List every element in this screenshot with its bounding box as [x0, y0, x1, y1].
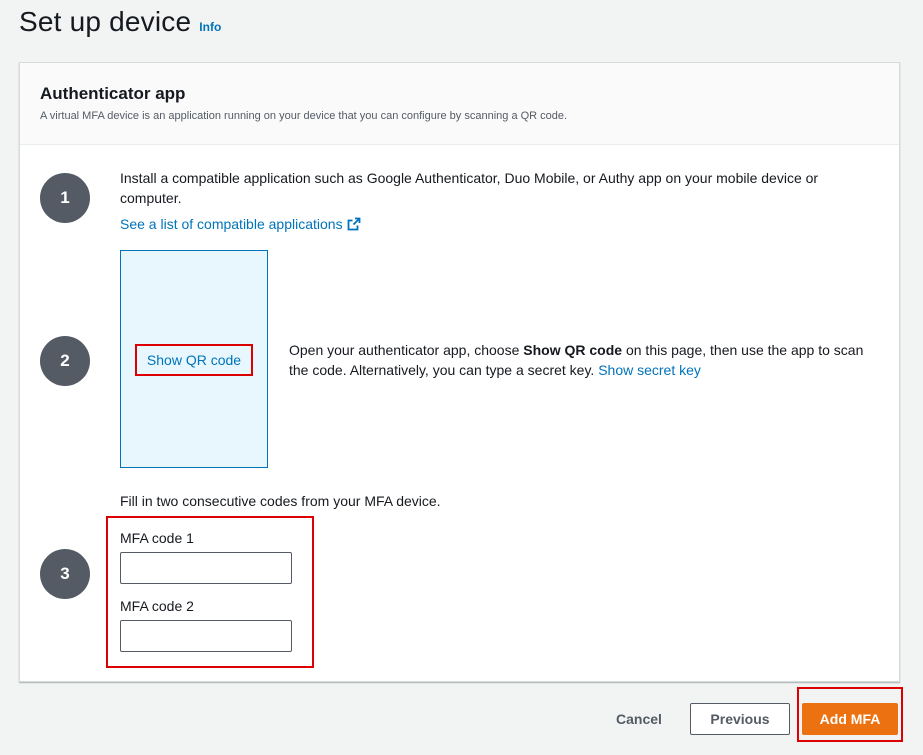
page-header: Set up device Info — [19, 6, 221, 38]
previous-button[interactable]: Previous — [690, 703, 790, 735]
mfa-code-2-label: MFA code 2 — [120, 598, 194, 614]
step-2-badge: 2 — [40, 336, 90, 386]
cancel-button[interactable]: Cancel — [600, 706, 678, 732]
step-2-text-bold: Show QR code — [523, 342, 623, 358]
external-link-icon[interactable] — [347, 216, 361, 236]
authenticator-card: Authenticator app A virtual MFA device i… — [19, 62, 900, 682]
step-3-instruction: Fill in two consecutive codes from your … — [120, 493, 441, 509]
card-subtitle: A virtual MFA device is an application r… — [40, 110, 568, 122]
mfa-code-1-label: MFA code 1 — [120, 530, 194, 546]
step-2-text-line2: the code. Alternatively, you can type a … — [289, 360, 701, 380]
step-1-text-line2: computer. — [120, 190, 182, 206]
page-title: Set up device — [19, 6, 192, 37]
show-qr-code-button[interactable]: Show QR code — [135, 344, 253, 376]
mfa-code-2-input[interactable] — [120, 620, 292, 652]
compatible-apps-link[interactable]: See a list of compatible applications — [120, 216, 343, 232]
card-title: Authenticator app — [40, 84, 186, 103]
step-2-text-line1: Open your authenticator app, choose Show… — [289, 340, 863, 360]
card-header: Authenticator app A virtual MFA device i… — [20, 63, 899, 145]
mfa-code-1-input[interactable] — [120, 552, 292, 584]
add-mfa-button[interactable]: Add MFA — [802, 703, 898, 735]
compatible-apps-link-wrap: See a list of compatible applications — [120, 214, 361, 236]
show-secret-key-link[interactable]: Show secret key — [598, 362, 701, 378]
step-3-badge: 3 — [40, 549, 90, 599]
step-2-text-before: Open your authenticator app, choose — [289, 342, 524, 358]
info-link[interactable]: Info — [199, 20, 221, 34]
qr-code-area: Show QR code — [120, 250, 268, 468]
step-1-text-line1: Install a compatible application such as… — [120, 170, 819, 186]
step-2-text-after: on this page, then use the app to scan — [622, 342, 864, 358]
step-1-badge: 1 — [40, 173, 90, 223]
step-2-text-line2-content: the code. Alternatively, you can type a … — [289, 362, 599, 378]
